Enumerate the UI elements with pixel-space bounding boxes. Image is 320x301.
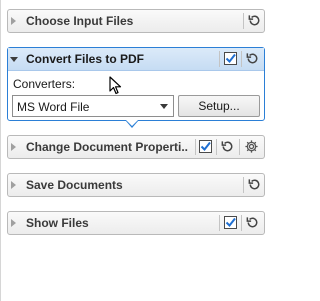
divider [243, 177, 244, 193]
reset-icon[interactable] [244, 214, 261, 231]
collapse-arrow-icon[interactable] [10, 57, 18, 62]
panel-change-document-properties[interactable]: Change Document Properti.. [7, 135, 265, 159]
expand-arrow-icon[interactable] [11, 181, 16, 189]
checkmark-icon [225, 53, 236, 64]
checkmark-icon [200, 141, 211, 152]
panel-title: Show Files [26, 216, 89, 230]
mouse-cursor-icon [109, 76, 122, 95]
setup-button[interactable]: Setup... [178, 95, 260, 117]
panel-title: Change Document Properti.. [26, 140, 189, 154]
converter-selected-value: MS Word File [17, 100, 90, 114]
converters-label: Converters: [13, 77, 76, 91]
divider [241, 215, 242, 231]
chevron-down-icon[interactable] [160, 104, 168, 109]
enable-checkbox[interactable] [222, 214, 239, 231]
checkmark-icon [225, 217, 236, 228]
panel-header[interactable]: Convert Files to PDF [8, 48, 264, 71]
enable-checkbox[interactable] [222, 50, 239, 67]
divider [241, 51, 242, 67]
divider [195, 139, 196, 155]
panel-title: Save Documents [26, 178, 123, 192]
panel-header[interactable]: Change Document Properti.. [8, 136, 264, 158]
workflow-panel-list: Choose Input Files Convert Files to PDF … [0, 0, 268, 301]
expand-arrow-icon[interactable] [11, 17, 16, 25]
reset-icon[interactable] [246, 12, 263, 29]
reset-icon[interactable] [219, 138, 236, 155]
divider [219, 51, 220, 67]
gear-icon[interactable] [243, 138, 260, 155]
panel-show-files[interactable]: Show Files [7, 211, 265, 235]
divider [216, 139, 217, 155]
expand-arrow-icon[interactable] [11, 219, 16, 227]
divider [243, 13, 244, 29]
panel-title: Convert Files to PDF [26, 52, 145, 66]
enable-checkbox[interactable] [197, 138, 214, 155]
converter-dropdown[interactable]: MS Word File [12, 95, 174, 117]
panel-header[interactable]: Save Documents [8, 174, 264, 196]
reset-icon[interactable] [244, 50, 261, 67]
divider [239, 139, 240, 155]
panel-choose-input-files[interactable]: Choose Input Files [7, 9, 265, 33]
panel-body: Converters: MS Word File Setup... [8, 71, 264, 127]
divider [219, 215, 220, 231]
panel-title: Choose Input Files [26, 14, 134, 28]
reset-icon[interactable] [246, 176, 263, 193]
panel-header[interactable]: Choose Input Files [8, 10, 264, 32]
panel-convert-files-to-pdf[interactable]: Convert Files to PDF Converters: MS Word… [7, 47, 265, 121]
panel-save-documents[interactable]: Save Documents [7, 173, 265, 197]
panel-header[interactable]: Show Files [8, 212, 264, 234]
expand-arrow-icon[interactable] [11, 143, 16, 151]
